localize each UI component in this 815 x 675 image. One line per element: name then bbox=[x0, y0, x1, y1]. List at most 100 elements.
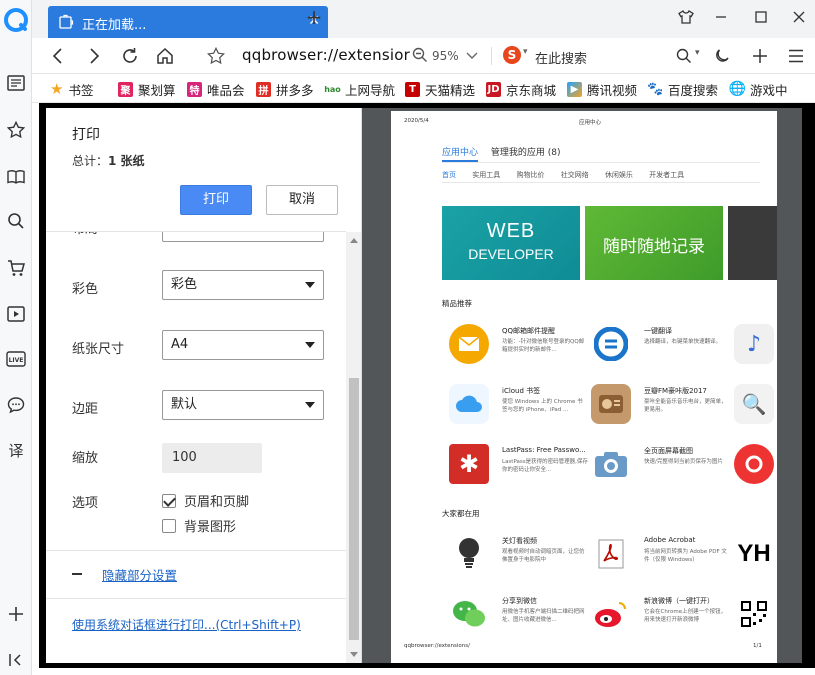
dropdown-caret-icon bbox=[305, 282, 315, 288]
settings-scrollbar[interactable] bbox=[346, 232, 361, 663]
zoom-magnifier-icon[interactable] bbox=[412, 47, 428, 66]
print-button[interactable]: 打印 bbox=[180, 185, 252, 215]
search-icon[interactable] bbox=[672, 44, 696, 68]
translate-icon bbox=[591, 324, 631, 364]
divider bbox=[46, 550, 346, 551]
app-card: ✱ LastPass: Free Passwo... LastPass是获得的密… bbox=[449, 444, 599, 488]
qq-browser-logo-icon[interactable] bbox=[4, 8, 28, 32]
menu-icon[interactable] bbox=[784, 44, 808, 68]
cart-icon[interactable] bbox=[5, 257, 27, 279]
color-select[interactable]: 彩色 bbox=[162, 270, 324, 300]
pinduoduo-icon: 拼 bbox=[256, 81, 271, 97]
zoom-dropdown-icon[interactable] bbox=[466, 47, 478, 66]
live-icon[interactable]: LIVE bbox=[5, 348, 27, 370]
margin-label: 边距 bbox=[72, 402, 99, 417]
add-icon[interactable] bbox=[5, 603, 27, 625]
scroll-up-icon[interactable] bbox=[350, 238, 358, 243]
preview-date: 2020/5/4 bbox=[404, 118, 429, 124]
radio-icon bbox=[591, 384, 631, 424]
yh-logo-icon: YH bbox=[734, 534, 774, 574]
skin-shirt-icon[interactable] bbox=[677, 8, 695, 26]
dropdown-caret-icon bbox=[305, 402, 315, 408]
search-dropdown-icon[interactable]: ▾ bbox=[695, 48, 700, 58]
book-icon[interactable] bbox=[5, 166, 27, 188]
translate-icon[interactable]: 译 bbox=[5, 440, 27, 462]
hide-settings-link[interactable]: 隐藏部分设置 bbox=[102, 565, 177, 584]
headers-footers-label[interactable]: 页眉和页脚 bbox=[184, 491, 249, 510]
collapse-dash-icon bbox=[72, 573, 82, 575]
paper-size-select[interactable]: A4 bbox=[162, 330, 324, 360]
reload-icon[interactable] bbox=[118, 44, 142, 68]
target-icon bbox=[734, 444, 774, 484]
paper-size-label: 纸张尺寸 bbox=[72, 342, 125, 357]
bookmark-item[interactable]: ★ 书签 bbox=[50, 80, 93, 98]
tab-strip: 正在加载... ✕ + bbox=[32, 0, 815, 38]
app-card: 新浪微博（一键打开） 它会在Chrome上创建一个按钮，用来快速打开新浪微博 bbox=[591, 594, 741, 638]
hao123-icon: hao bbox=[324, 81, 341, 97]
divider bbox=[442, 162, 760, 163]
background-graphics-checkbox[interactable] bbox=[162, 519, 176, 533]
system-dialog-link[interactable]: 使用系统对话框进行打印...(Ctrl+Shift+P) bbox=[72, 616, 301, 633]
back-icon[interactable] bbox=[46, 44, 70, 68]
background-graphics-label[interactable]: 背景图形 bbox=[184, 516, 236, 535]
home-icon[interactable] bbox=[153, 44, 177, 68]
close-window-icon[interactable] bbox=[790, 8, 808, 26]
minimize-icon[interactable] bbox=[712, 8, 730, 26]
bookmark-item[interactable]: ▶ 腾讯视频 bbox=[567, 80, 637, 98]
app-card: YH bbox=[734, 534, 777, 578]
new-tab-button[interactable]: + bbox=[304, 7, 324, 28]
app-card: QQ邮箱邮件提醒 功能：-针对微信账号登录的QQ邮箱提供实时的新邮件... bbox=[449, 324, 599, 368]
bookmark-item[interactable]: 拼 拼多多 bbox=[256, 80, 314, 98]
search-engine-dropdown-icon[interactable]: ▾ bbox=[523, 47, 528, 57]
svg-text:译: 译 bbox=[8, 442, 23, 460]
chat-icon[interactable] bbox=[5, 394, 27, 416]
favorites-star-icon[interactable] bbox=[5, 119, 27, 141]
featured-section-title: 精品推荐 bbox=[442, 299, 472, 308]
weibo-icon bbox=[591, 594, 631, 634]
tab-loading[interactable]: 正在加载... ✕ bbox=[48, 6, 328, 38]
bookmark-item[interactable]: T 天猫精选 bbox=[405, 80, 475, 98]
night-mode-moon-icon[interactable] bbox=[710, 44, 734, 68]
settings-scroll-area[interactable]: 布局 纵向 彩色 彩色 纸张尺寸 A4 边距 默认 缩放 100 选项 页眉和页… bbox=[46, 232, 346, 663]
margin-select[interactable]: 默认 bbox=[162, 390, 324, 420]
camera-icon bbox=[591, 444, 631, 484]
bookmark-item[interactable]: hao 上网导航 bbox=[324, 80, 395, 98]
video-icon[interactable] bbox=[5, 303, 27, 325]
zoom-level[interactable]: 95% bbox=[432, 49, 459, 63]
news-icon[interactable] bbox=[5, 72, 27, 94]
forward-icon[interactable] bbox=[82, 44, 106, 68]
color-label: 彩色 bbox=[72, 282, 99, 297]
maximize-icon[interactable] bbox=[752, 8, 770, 26]
vipshop-icon: 特 bbox=[187, 81, 202, 97]
app-card: 关灯看视频 观看视频时自动调暗页面，让您仿佛置身于电影院中 bbox=[449, 534, 599, 578]
headers-footers-checkbox[interactable] bbox=[162, 494, 176, 508]
magnifier-icon: 🔍 bbox=[734, 384, 774, 424]
add-icon[interactable] bbox=[748, 44, 772, 68]
layout-select[interactable]: 纵向 bbox=[162, 232, 324, 242]
search-input[interactable]: 在此搜索 bbox=[535, 48, 587, 67]
bookmark-item[interactable]: 特 唯品会 bbox=[187, 80, 245, 98]
scale-input[interactable]: 100 bbox=[162, 443, 262, 473]
print-preview-area[interactable]: 2020/5/4 应用中心 应用中心 管理我的应用 (8) 首页 实用工具 购物… bbox=[362, 108, 802, 663]
address-bar[interactable]: qqbrowser://extensior bbox=[242, 46, 410, 64]
bookmark-item[interactable]: 聚 聚划算 bbox=[118, 80, 176, 98]
bookmark-star-icon[interactable] bbox=[204, 44, 228, 68]
preview-page: 2020/5/4 应用中心 应用中心 管理我的应用 (8) 首页 实用工具 购物… bbox=[391, 111, 777, 663]
bookmark-item[interactable]: 🐾 百度搜索 bbox=[647, 80, 718, 98]
scroll-down-icon[interactable] bbox=[350, 652, 358, 657]
bookmarks-bar: ★ 书签 聚 聚划算 特 唯品会 拼 拼多多 hao 上网导航 T 天猫精选 J… bbox=[32, 75, 815, 103]
side-rail: LIVE 译 bbox=[0, 0, 32, 675]
preview-categories: 首页 实用工具 购物比价 社交网络 休闲娱乐 开发者工具 bbox=[442, 171, 685, 179]
scale-label: 缩放 bbox=[72, 451, 99, 466]
asterisk-icon: ✱ bbox=[449, 444, 489, 484]
divider bbox=[442, 182, 760, 183]
sogou-search-engine-icon[interactable]: S bbox=[503, 46, 521, 64]
bookmark-item[interactable]: 🌐 游戏中 bbox=[729, 80, 788, 98]
print-total: 总计：1 张纸 bbox=[72, 154, 145, 168]
tencent-video-icon: ▶ bbox=[567, 81, 582, 97]
search-icon[interactable] bbox=[5, 210, 27, 232]
bookmark-item[interactable]: JD 京东商城 bbox=[486, 80, 556, 98]
collapse-sidebar-icon[interactable] bbox=[5, 649, 27, 671]
cancel-button[interactable]: 取消 bbox=[266, 185, 338, 215]
scrollbar-thumb[interactable] bbox=[349, 378, 359, 640]
